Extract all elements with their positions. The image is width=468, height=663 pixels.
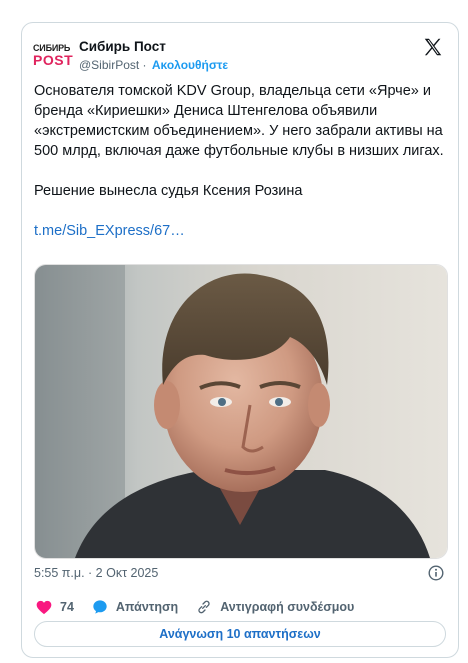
- avatar[interactable]: СИБИРЬ POST: [33, 39, 73, 71]
- reply-label: Απάντηση: [115, 600, 179, 614]
- author-name[interactable]: Сибирь Пост: [79, 38, 228, 56]
- follow-button[interactable]: Ακολουθήστε: [152, 58, 228, 72]
- tweet-actions: 74 Απάντηση Αντιγραφή συνδέσμου: [36, 598, 372, 616]
- like-count: 74: [60, 600, 74, 614]
- link-icon: [198, 600, 210, 614]
- author-block: Сибирь Пост @SibirPost · Ακολουθήστε: [79, 38, 228, 74]
- info-icon[interactable]: [428, 565, 444, 581]
- tweet-header: СИБИРЬ POST Сибирь Пост @SibirPost · Ακο…: [33, 36, 446, 76]
- reply-button[interactable]: Απάντηση: [92, 599, 178, 615]
- reply-bubble-icon: [93, 600, 107, 614]
- copy-link-button[interactable]: Αντιγραφή συνδέσμου: [196, 599, 354, 615]
- tweet-timestamp[interactable]: 5:55 π.μ. · 2 Οκτ 2025: [34, 566, 158, 580]
- author-meta: @SibirPost · Ακολουθήστε: [79, 56, 228, 74]
- portrait-image: [35, 265, 447, 558]
- tweet-link[interactable]: t.me/Sib_EXpress/67…: [34, 221, 454, 241]
- logo-line-2: POST: [33, 52, 74, 68]
- copy-link-label: Αντιγραφή συνδέσμου: [220, 600, 355, 614]
- heart-icon: [36, 600, 52, 614]
- author-handle[interactable]: @SibirPost: [79, 58, 139, 72]
- separator: ·: [142, 58, 147, 72]
- x-logo-icon[interactable]: [422, 36, 444, 58]
- tweet-paragraph-2: Решение вынесла судья Ксения Розина: [34, 183, 303, 199]
- tweet-text: Основателя томской KDV Group, владельца …: [34, 81, 454, 241]
- tweet-paragraph-1: Основателя томской KDV Group, владельца …: [34, 83, 447, 159]
- tweet-card: СИБИРЬ POST Сибирь Пост @SibirPost · Ακο…: [21, 22, 459, 658]
- like-button[interactable]: 74: [36, 600, 74, 615]
- read-replies-button[interactable]: Ανάγνωση 10 απαντήσεων: [34, 621, 446, 647]
- tweet-photo[interactable]: [34, 264, 448, 559]
